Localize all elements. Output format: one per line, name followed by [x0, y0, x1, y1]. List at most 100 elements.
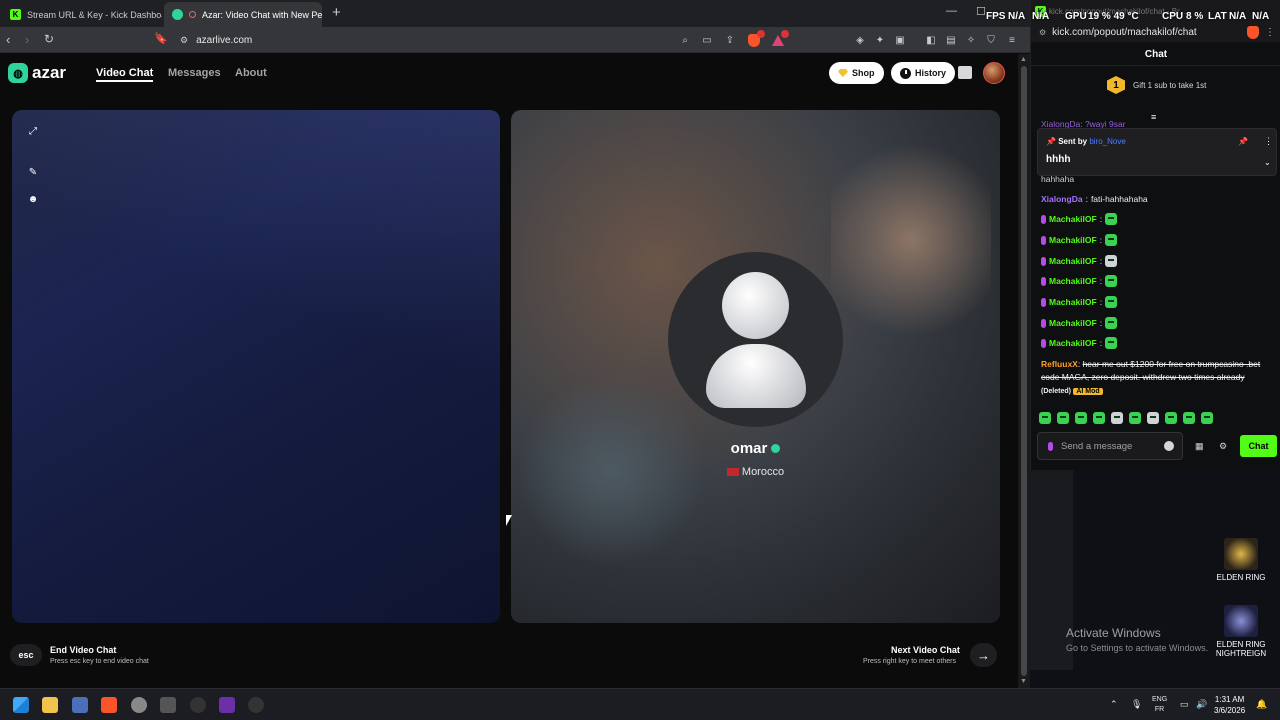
- shield-icon[interactable]: ◈: [853, 33, 867, 47]
- shop-button[interactable]: Shop: [829, 62, 884, 84]
- app-icon[interactable]: [190, 697, 206, 713]
- brave-rewards-icon[interactable]: [771, 30, 789, 47]
- gift-sub-banner[interactable]: 1 Gift 1 sub to take 1st: [1031, 76, 1280, 94]
- site-info-icon[interactable]: ⚙: [1039, 28, 1046, 37]
- recording-icon: [189, 11, 196, 18]
- network-icon[interactable]: ▭: [1180, 699, 1189, 710]
- emote-icon[interactable]: [1147, 412, 1159, 424]
- leo-ai-icon[interactable]: ✧: [964, 33, 978, 47]
- expand-icon[interactable]: ⤢: [24, 122, 42, 140]
- brave-shields-icon[interactable]: [1247, 25, 1259, 39]
- chat-message-input[interactable]: Send a message: [1037, 432, 1183, 460]
- steam-icon[interactable]: [160, 697, 176, 713]
- emote-icon: [1105, 255, 1118, 267]
- chat-username[interactable]: MachakilOF: [1049, 235, 1097, 245]
- chat-username[interactable]: MachakilOF: [1049, 318, 1097, 328]
- tab-kick-dashboard[interactable]: K Stream URL & Key - Kick Dashboard: [2, 2, 162, 27]
- lat-label: LAT: [1208, 11, 1227, 22]
- partial-chat-message: hahhaha: [1041, 174, 1075, 184]
- history-button[interactable]: History: [891, 62, 956, 84]
- store-icon[interactable]: [72, 697, 88, 713]
- page-scrollbar[interactable]: ▲ ▼: [1018, 54, 1030, 688]
- scrollbar-thumb[interactable]: [1021, 66, 1027, 676]
- obs-icon[interactable]: [131, 697, 147, 713]
- desktop-icon-nightreign[interactable]: ELDEN RING NIGHTREIGN: [1206, 605, 1276, 658]
- chevron-down-icon[interactable]: ⌄: [1264, 158, 1271, 167]
- end-chat-button[interactable]: esc: [10, 644, 42, 666]
- emote-icon[interactable]: [1093, 412, 1105, 424]
- filter-icon[interactable]: ≡: [1151, 112, 1156, 122]
- nav-video-chat[interactable]: Video Chat: [96, 67, 154, 82]
- emote-icon[interactable]: [1165, 412, 1177, 424]
- vpn-icon[interactable]: ⛉: [984, 33, 998, 47]
- nav-about[interactable]: About: [235, 67, 267, 79]
- emote-icon[interactable]: [1039, 412, 1051, 424]
- chat-text: :: [1099, 235, 1103, 245]
- desktop-icon-elden-ring[interactable]: ELDEN RING: [1206, 538, 1276, 582]
- sidebar-icon[interactable]: ◧: [924, 33, 938, 47]
- emote-icon[interactable]: [1129, 412, 1141, 424]
- brave-shields-icon[interactable]: [747, 30, 765, 47]
- language-indicator[interactable]: ENG FR: [1152, 695, 1167, 715]
- app-icon[interactable]: [248, 697, 264, 713]
- emote-icon[interactable]: [1183, 412, 1195, 424]
- azar-favicon-icon: [172, 9, 183, 20]
- chat-url-bar[interactable]: ⚙ kick.com/popout/machakilof/chat ⋮: [1031, 22, 1280, 42]
- more-options-icon[interactable]: ⋮: [1264, 136, 1273, 147]
- back-icon[interactable]: ‹: [6, 32, 10, 47]
- system-clock[interactable]: 1:31 AM 3/6/2026: [1214, 694, 1245, 716]
- next-chat-button[interactable]: →: [970, 643, 997, 667]
- mic-icon[interactable]: [1048, 441, 1053, 451]
- inbox-icon[interactable]: [958, 66, 972, 79]
- menu-icon[interactable]: ⋮: [1265, 27, 1275, 38]
- face-filter-icon[interactable]: ☻: [24, 190, 42, 208]
- gift-icon[interactable]: ▦: [1195, 441, 1205, 451]
- scroll-down-icon[interactable]: ▼: [1020, 678, 1027, 685]
- bookmark-icon[interactable]: 🔖: [154, 32, 168, 45]
- fps-label: FPS: [986, 11, 1006, 22]
- menu-icon[interactable]: ≡: [1005, 33, 1019, 47]
- emote-icon[interactable]: [1111, 412, 1123, 424]
- file-explorer-icon[interactable]: [42, 697, 58, 713]
- chat-username[interactable]: MachakilOF: [1049, 256, 1097, 266]
- settings-gear-icon[interactable]: ⚙: [1219, 441, 1229, 451]
- forward-icon[interactable]: ›: [25, 32, 29, 47]
- emote-icon[interactable]: [1201, 412, 1213, 424]
- nav-messages[interactable]: Messages: [168, 67, 221, 79]
- volume-icon[interactable]: 🔊: [1196, 699, 1207, 710]
- tray-overflow-icon[interactable]: ⌃: [1110, 699, 1118, 710]
- wallet-icon[interactable]: ▤: [944, 33, 958, 47]
- mic-icon[interactable]: 🎙: [1131, 699, 1142, 710]
- magic-wand-icon[interactable]: ✎: [24, 163, 42, 181]
- share-icon[interactable]: ⇪: [723, 33, 737, 47]
- pinned-message[interactable]: 📌 Sent by biro_Nove hhhh 📌 ⋮ ⌄: [1037, 128, 1277, 176]
- activate-windows-title: Activate Windows: [1066, 626, 1161, 640]
- chat-username[interactable]: XialongDa: [1041, 194, 1083, 204]
- chat-username[interactable]: MachakilOF: [1049, 297, 1097, 307]
- chat-send-button[interactable]: Chat: [1240, 435, 1277, 457]
- screenshot-icon[interactable]: ▣: [893, 33, 907, 47]
- chat-username[interactable]: MachakilOF: [1049, 214, 1097, 224]
- emote-icon[interactable]: [1057, 412, 1069, 424]
- chat-username[interactable]: RefluuxX: [1041, 359, 1078, 369]
- emote-icon[interactable]: [1075, 412, 1087, 424]
- chat-username[interactable]: MachakilOF: [1049, 276, 1097, 286]
- emoji-picker-icon[interactable]: [1164, 441, 1174, 451]
- cast-icon[interactable]: ▭: [700, 33, 714, 47]
- site-info-icon[interactable]: ⚙: [180, 35, 188, 46]
- nzxt-icon[interactable]: [219, 697, 235, 713]
- pin-icon[interactable]: 📌: [1238, 137, 1248, 146]
- url-field[interactable]: ⚙ azarlive.com: [174, 30, 674, 50]
- scroll-up-icon[interactable]: ▲: [1020, 56, 1027, 63]
- extensions-icon[interactable]: ✦: [873, 33, 887, 47]
- tab-azar[interactable]: Azar: Video Chat with New Pe ✕: [164, 2, 322, 27]
- azar-logo[interactable]: ◍ azar: [8, 63, 66, 83]
- avatar[interactable]: [983, 62, 1005, 84]
- brave-browser-icon[interactable]: [101, 697, 117, 713]
- windows-start-icon[interactable]: [13, 697, 29, 713]
- notifications-icon[interactable]: 🔔: [1256, 699, 1267, 710]
- search-icon[interactable]: ⌕: [678, 33, 692, 47]
- reload-icon[interactable]: ↻: [44, 32, 54, 46]
- new-tab-button[interactable]: +: [332, 4, 341, 21]
- chat-username[interactable]: MachakilOF: [1049, 338, 1097, 348]
